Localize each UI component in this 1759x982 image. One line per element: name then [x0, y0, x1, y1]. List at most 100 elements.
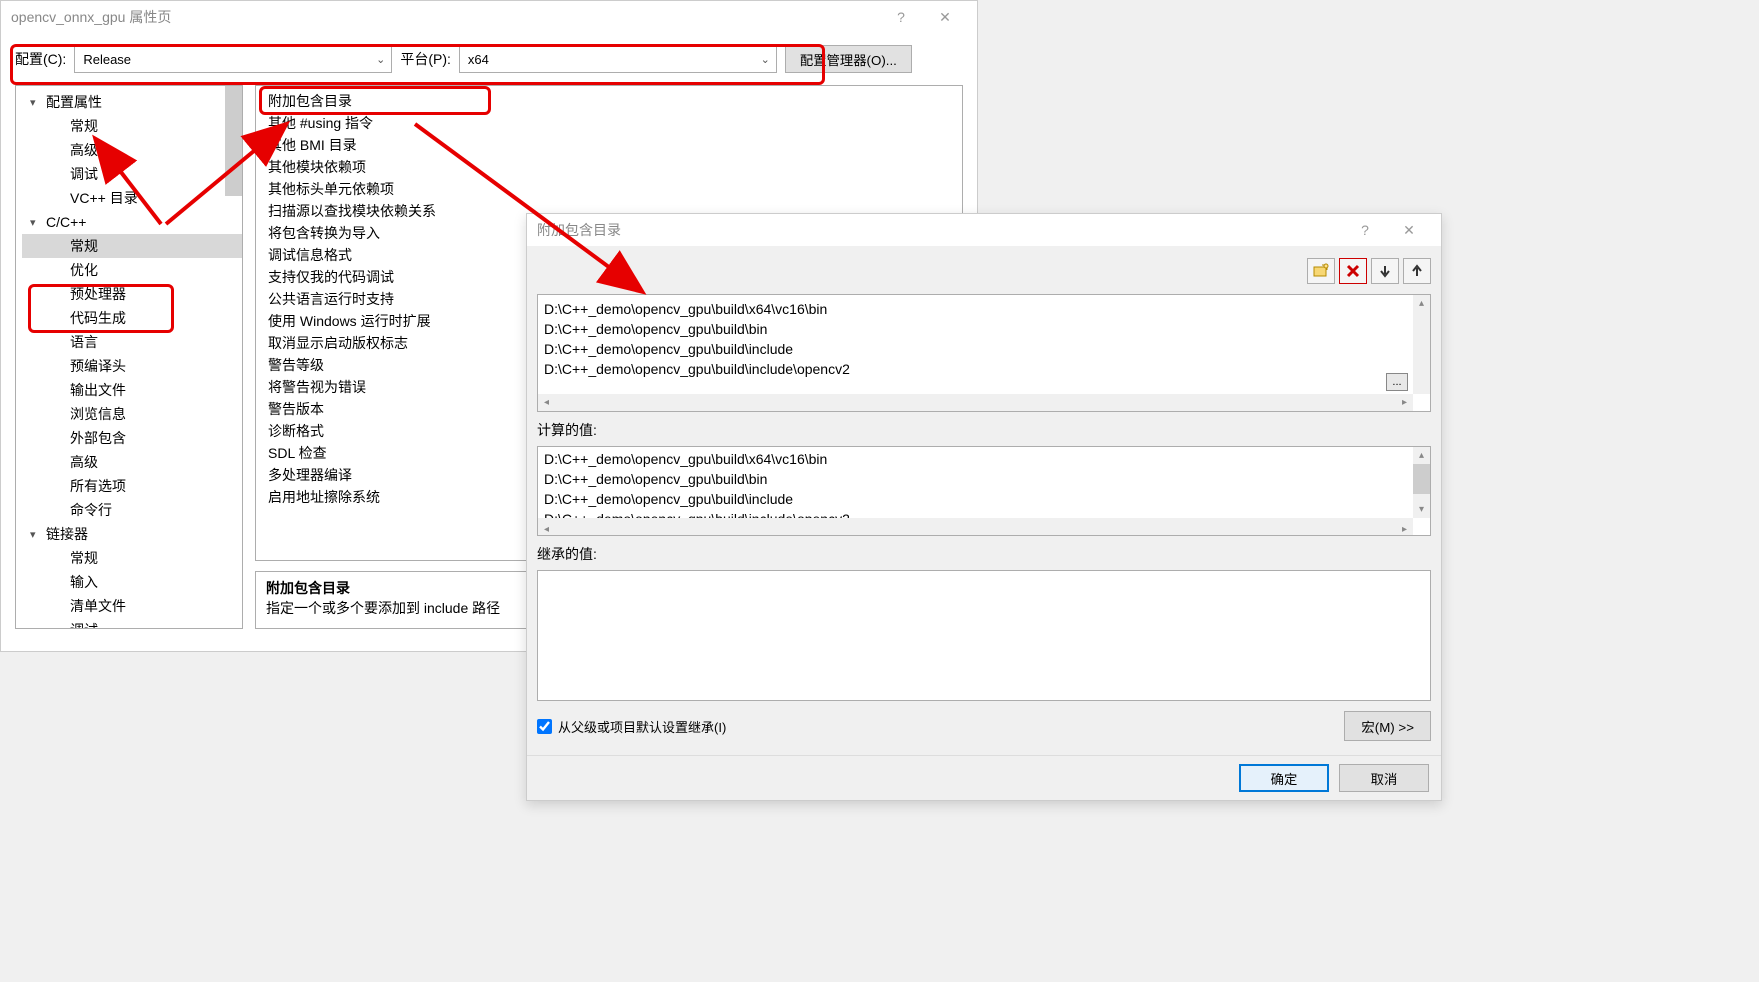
tree-item[interactable]: 常规: [22, 234, 242, 258]
scrollbar-thumb[interactable]: [225, 86, 242, 196]
tree-item[interactable]: 输入: [22, 570, 242, 594]
path-line[interactable]: D:\C++_demo\opencv_gpu\build\x64\vc16\bi…: [544, 299, 1410, 319]
tree-item[interactable]: 常规: [22, 114, 242, 138]
tree-item[interactable]: 代码生成: [22, 306, 242, 330]
computed-line: D:\C++_demo\opencv_gpu\build\include: [544, 489, 1410, 509]
tree-item-label: 预处理器: [70, 286, 126, 302]
additional-include-dialog: 附加包含目录 ? ✕ D:\C++_demo\opencv_gpu\build\…: [526, 213, 1442, 801]
tree-item-label: 语言: [70, 334, 98, 350]
property-row[interactable]: 其他 BMI 目录: [264, 134, 954, 156]
tree-item[interactable]: 调试: [22, 618, 242, 629]
path-line[interactable]: D:\C++_demo\opencv_gpu\build\include\ope…: [544, 359, 1410, 379]
tree-item[interactable]: VC++ 目录: [22, 186, 242, 210]
inherit-check-row: 从父级或项目默认设置继承(I) 宏(M) >>: [537, 707, 1431, 745]
horizontal-scrollbar[interactable]: ◂▸: [538, 518, 1413, 535]
path-line[interactable]: D:\C++_demo\opencv_gpu\build\include: [544, 339, 1410, 359]
tree-item-label: 所有选项: [70, 478, 126, 494]
tree-item[interactable]: 预编译头: [22, 354, 242, 378]
chevron-down-icon: ⌄: [376, 53, 385, 66]
property-row[interactable]: 其他标头单元依赖项: [264, 178, 954, 200]
tree-item[interactable]: 高级: [22, 138, 242, 162]
platform-label: 平台(P):: [400, 49, 451, 69]
help-button[interactable]: ?: [879, 2, 923, 32]
chevron-down-icon: ⌄: [761, 53, 770, 66]
overlay-title-bar: 附加包含目录 ? ✕: [527, 214, 1441, 246]
tree-item[interactable]: 调试: [22, 162, 242, 186]
tree-item[interactable]: 命令行: [22, 498, 242, 522]
tree-item-label: VC++ 目录: [70, 190, 138, 206]
tree-item-label: 命令行: [70, 502, 112, 518]
tree-item[interactable]: 配置属性: [22, 90, 242, 114]
tree-item[interactable]: 链接器: [22, 522, 242, 546]
tree-item-label: 调试: [70, 622, 98, 629]
computed-line: D:\C++_demo\opencv_gpu\build\bin: [544, 469, 1410, 489]
inherit-checkbox-label: 从父级或项目默认设置继承(I): [558, 717, 726, 736]
expand-icon: [30, 213, 36, 233]
tree-item-label: 常规: [70, 550, 98, 566]
path-line[interactable]: D:\C++_demo\opencv_gpu\build\bin: [544, 319, 1410, 339]
cancel-button[interactable]: 取消: [1339, 764, 1429, 792]
tree-item-label: 输出文件: [70, 382, 126, 398]
config-manager-button[interactable]: 配置管理器(O)...: [785, 45, 912, 73]
config-combo[interactable]: Release ⌄: [74, 45, 392, 73]
move-down-button[interactable]: [1371, 258, 1399, 284]
tree-item-label: 优化: [70, 262, 98, 278]
tree-item[interactable]: 高级: [22, 450, 242, 474]
tree-panel[interactable]: 配置属性常规高级调试VC++ 目录C/C++常规优化预处理器代码生成语言预编译头…: [15, 85, 243, 629]
tree-item-label: 浏览信息: [70, 406, 126, 422]
computed-line: D:\C++_demo\opencv_gpu\build\x64\vc16\bi…: [544, 449, 1410, 469]
tree-item[interactable]: 输出文件: [22, 378, 242, 402]
toolbar: [537, 254, 1431, 288]
tree-item-label: C/C++: [46, 214, 86, 230]
vertical-scrollbar[interactable]: ▴▾: [1413, 447, 1430, 518]
config-row: 配置(C): Release ⌄ 平台(P): x64 ⌄ 配置管理器(O)..…: [1, 33, 977, 85]
macros-button[interactable]: 宏(M) >>: [1344, 711, 1431, 741]
overlay-body: D:\C++_demo\opencv_gpu\build\x64\vc16\bi…: [527, 246, 1441, 755]
tree-item[interactable]: 优化: [22, 258, 242, 282]
tree-item-label: 输入: [70, 574, 98, 590]
move-up-button[interactable]: [1403, 258, 1431, 284]
tree-item[interactable]: 外部包含: [22, 426, 242, 450]
config-combo-value: Release: [83, 52, 131, 67]
close-button[interactable]: ✕: [923, 2, 967, 32]
tree-item[interactable]: 常规: [22, 546, 242, 570]
tree-item-label: 高级: [70, 454, 98, 470]
tree-item-label: 常规: [70, 118, 98, 134]
tree-item-label: 配置属性: [46, 94, 102, 110]
vertical-scrollbar[interactable]: ▴: [1413, 295, 1430, 394]
new-folder-button[interactable]: [1307, 258, 1335, 284]
tree-item[interactable]: 浏览信息: [22, 402, 242, 426]
computed-values-list: D:\C++_demo\opencv_gpu\build\x64\vc16\bi…: [537, 446, 1431, 536]
tree-item-label: 常规: [70, 238, 98, 254]
property-row[interactable]: 其他 #using 指令: [264, 112, 954, 134]
computed-label: 计算的值:: [537, 418, 1431, 440]
tree-item[interactable]: 清单文件: [22, 594, 242, 618]
help-button[interactable]: ?: [1343, 215, 1387, 245]
horizontal-scrollbar[interactable]: ◂▸: [538, 394, 1413, 411]
expand-icon: [30, 525, 36, 545]
tree-item-label: 预编译头: [70, 358, 126, 374]
tree-item[interactable]: 所有选项: [22, 474, 242, 498]
expand-icon: [30, 93, 36, 113]
property-row[interactable]: 附加包含目录: [264, 90, 954, 112]
dialog-buttons: 确定 取消: [527, 755, 1441, 800]
tree-item-label: 高级: [70, 142, 98, 158]
tree-item[interactable]: 预处理器: [22, 282, 242, 306]
ok-button[interactable]: 确定: [1239, 764, 1329, 792]
property-row[interactable]: 其他模块依赖项: [264, 156, 954, 178]
overlay-title: 附加包含目录: [537, 220, 1343, 240]
config-label: 配置(C):: [15, 49, 66, 69]
tree-item[interactable]: 语言: [22, 330, 242, 354]
delete-button[interactable]: [1339, 258, 1367, 284]
platform-combo[interactable]: x64 ⌄: [459, 45, 777, 73]
tree-item-label: 调试: [70, 166, 98, 182]
browse-button[interactable]: ...: [1386, 373, 1408, 391]
tree-item[interactable]: C/C++: [22, 210, 242, 234]
title-bar: opencv_onnx_gpu 属性页 ? ✕: [1, 1, 977, 33]
paths-editbox[interactable]: D:\C++_demo\opencv_gpu\build\x64\vc16\bi…: [537, 294, 1431, 412]
inherit-checkbox[interactable]: [537, 719, 552, 734]
close-button[interactable]: ✕: [1387, 215, 1431, 245]
inherited-values-list: [537, 570, 1431, 701]
tree-item-label: 链接器: [46, 526, 88, 542]
tree-item-label: 清单文件: [70, 598, 126, 614]
